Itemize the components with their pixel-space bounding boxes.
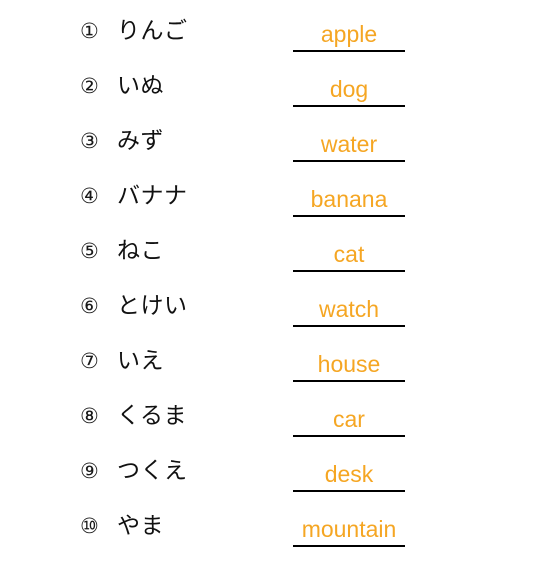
answer-text: banana bbox=[310, 186, 388, 212]
item-number: ④ bbox=[80, 184, 99, 208]
item-number: ⑥ bbox=[80, 294, 99, 318]
answer-blank[interactable]: house bbox=[293, 344, 405, 382]
answer-blank[interactable]: apple bbox=[293, 14, 405, 52]
japanese-prompt: ねこ bbox=[117, 238, 164, 264]
answer-text: desk bbox=[324, 461, 374, 487]
answer-blank[interactable]: banana bbox=[293, 179, 405, 217]
answer-text: house bbox=[317, 351, 381, 377]
worksheet-row: ① りんご apple bbox=[0, 14, 552, 69]
answer-text: car bbox=[333, 406, 365, 432]
item-number: ② bbox=[80, 74, 99, 98]
answer-blank[interactable]: car bbox=[293, 399, 405, 437]
answer-blank[interactable]: dog bbox=[293, 69, 405, 107]
worksheet-row: ⑧ くるま car bbox=[0, 399, 552, 454]
worksheet-row: ⑩ やま mountain bbox=[0, 509, 552, 564]
japanese-prompt: いぬ bbox=[117, 73, 164, 99]
item-number: ⑦ bbox=[80, 349, 99, 373]
japanese-prompt: つくえ bbox=[117, 458, 188, 484]
japanese-prompt: バナナ bbox=[117, 183, 188, 209]
worksheet-row: ④ バナナ banana bbox=[0, 179, 552, 234]
answer-text: dog bbox=[329, 76, 369, 102]
japanese-prompt: くるま bbox=[117, 403, 188, 429]
item-number: ① bbox=[80, 19, 99, 43]
answer-blank[interactable]: desk bbox=[293, 454, 405, 492]
answer-blank[interactable]: watch bbox=[293, 289, 405, 327]
japanese-prompt: みず bbox=[117, 128, 164, 154]
japanese-prompt: やま bbox=[117, 513, 164, 539]
japanese-prompt: いえ bbox=[117, 348, 164, 374]
answer-text: water bbox=[320, 131, 378, 157]
worksheet: ① りんご apple ② いぬ dog ③ みず water ④ バナナ ba… bbox=[0, 0, 552, 575]
item-number: ⑨ bbox=[80, 459, 99, 483]
item-number: ③ bbox=[80, 129, 99, 153]
worksheet-row: ③ みず water bbox=[0, 124, 552, 179]
worksheet-row: ⑥ とけい watch bbox=[0, 289, 552, 344]
japanese-prompt: とけい bbox=[117, 293, 188, 319]
answer-text: mountain bbox=[301, 516, 397, 542]
item-number: ⑤ bbox=[80, 239, 99, 263]
answer-blank[interactable]: cat bbox=[293, 234, 405, 272]
answer-text: cat bbox=[333, 241, 365, 267]
answer-blank[interactable]: water bbox=[293, 124, 405, 162]
item-number: ⑧ bbox=[80, 404, 99, 428]
worksheet-row: ⑨ つくえ desk bbox=[0, 454, 552, 509]
japanese-prompt: りんご bbox=[117, 18, 188, 44]
answer-text: watch bbox=[318, 296, 380, 322]
worksheet-row: ⑤ ねこ cat bbox=[0, 234, 552, 289]
answer-text: apple bbox=[320, 21, 378, 47]
worksheet-row: ⑦ いえ house bbox=[0, 344, 552, 399]
worksheet-row: ② いぬ dog bbox=[0, 69, 552, 124]
item-number: ⑩ bbox=[80, 514, 99, 538]
answer-blank[interactable]: mountain bbox=[293, 509, 405, 547]
